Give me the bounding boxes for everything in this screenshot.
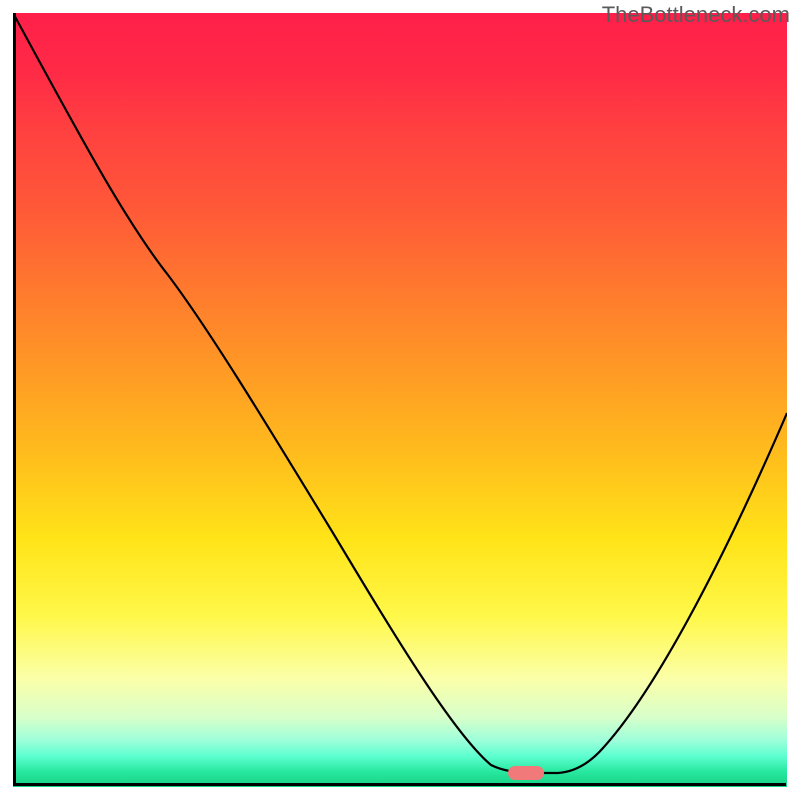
optimal-point-marker: [508, 766, 544, 780]
plot-area: [13, 13, 787, 787]
watermark-text: TheBottleneck.com: [602, 2, 790, 28]
chart-container: TheBottleneck.com: [0, 0, 800, 800]
heatmap-gradient-background: [13, 13, 787, 787]
